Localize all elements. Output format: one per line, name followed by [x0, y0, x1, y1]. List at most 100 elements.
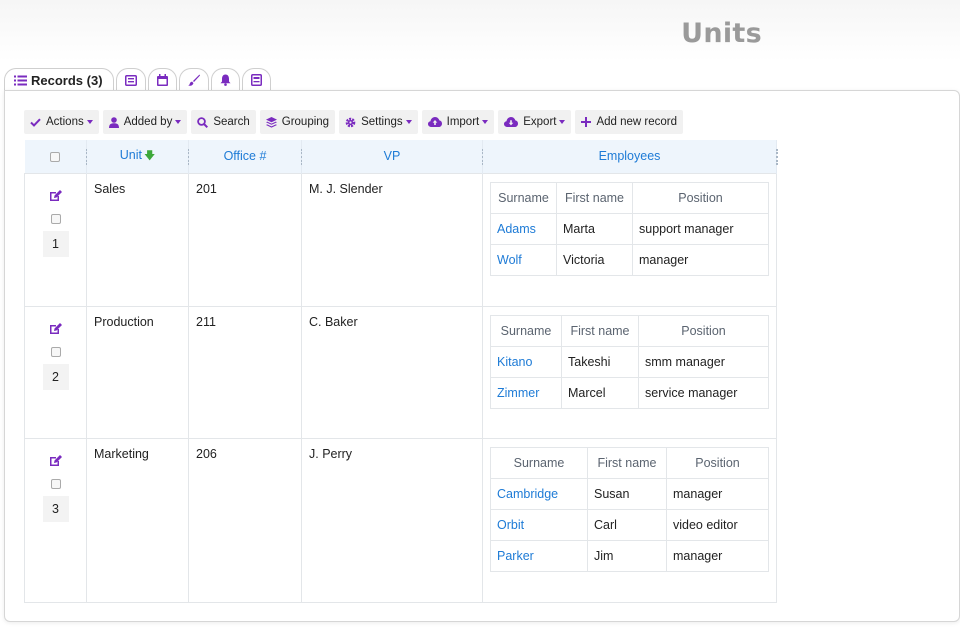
- edit-record-button[interactable]: [49, 319, 62, 339]
- tab-table[interactable]: [115, 68, 146, 91]
- employees-subtable: Surname First name Position Adams Marta …: [490, 181, 769, 276]
- cell-vp[interactable]: C. Baker: [301, 305, 483, 439]
- caret-down-icon: [175, 120, 182, 124]
- cell-office[interactable]: 211: [188, 305, 302, 439]
- export-button[interactable]: Export: [498, 110, 572, 134]
- tab-calendar[interactable]: [147, 68, 177, 91]
- column-header-unit-label: Unit: [119, 147, 142, 162]
- employee-position: video editor: [666, 508, 769, 541]
- employee-first-name: Carl: [587, 508, 667, 541]
- edit-record-button[interactable]: [49, 186, 62, 206]
- page-title: Units: [681, 18, 762, 49]
- view-tabs: Records (3): [4, 68, 271, 91]
- import-label: Import: [446, 116, 480, 128]
- records-panel: Actions Added by Search Grouping Setting…: [4, 90, 960, 622]
- cell-unit[interactable]: Production: [86, 305, 189, 439]
- search-icon: [197, 116, 209, 128]
- subcolumn-header-surname: Surname: [490, 446, 588, 479]
- tab-form[interactable]: [241, 68, 271, 91]
- cell-office[interactable]: 201: [188, 172, 302, 307]
- employee-position: manager: [666, 539, 769, 572]
- tab-records[interactable]: Records (3): [4, 68, 114, 91]
- tab-records-label: Records (3): [31, 72, 103, 88]
- employee-surname-link[interactable]: Parker: [490, 539, 588, 572]
- employee-surname-link[interactable]: Kitano: [490, 345, 562, 378]
- row-checkbox[interactable]: [50, 478, 61, 489]
- search-label: Search: [213, 116, 250, 128]
- employee-first-name: Susan: [587, 477, 667, 510]
- employee-first-name: Marcel: [561, 376, 639, 409]
- cell-office[interactable]: 206: [188, 437, 302, 603]
- edit-record-button[interactable]: [49, 451, 62, 471]
- employee-position: support manager: [632, 212, 769, 245]
- tab-design[interactable]: [178, 68, 209, 91]
- row-checkbox[interactable]: [50, 213, 61, 224]
- grouping-label: Grouping: [281, 116, 330, 128]
- subtable-header-row: Surname First name Position: [490, 181, 769, 214]
- employee-surname-link[interactable]: Cambridge: [490, 477, 588, 510]
- brush-icon: [187, 74, 200, 86]
- row-checkbox[interactable]: [50, 346, 61, 357]
- subtable-row: Kitano Takeshi smm manager: [490, 345, 769, 378]
- employees-subtable: Surname First name Position Cambridge Su…: [490, 446, 769, 572]
- cell-unit[interactable]: Marketing: [86, 437, 189, 603]
- row-number: 2: [42, 363, 69, 390]
- add-new-record-button[interactable]: Add new record: [575, 110, 684, 134]
- import-button[interactable]: Import: [421, 110, 495, 134]
- search-button[interactable]: Search: [191, 110, 256, 134]
- layers-icon: [265, 116, 277, 128]
- subcolumn-header-position: Position: [632, 181, 769, 214]
- subcolumn-header-surname: Surname: [490, 314, 562, 347]
- toolbar: Actions Added by Search Grouping Setting…: [24, 110, 684, 134]
- gear-icon: [345, 117, 356, 127]
- column-header-vp-label: VP: [383, 149, 401, 164]
- subtable-header-row: Surname First name Position: [490, 446, 769, 479]
- tab-notifications[interactable]: [210, 68, 240, 91]
- subtable-row: Cambridge Susan manager: [490, 477, 769, 510]
- cell-unit[interactable]: Sales: [86, 172, 189, 307]
- column-header-unit[interactable]: Unit 🡇: [86, 140, 190, 173]
- caret-down-icon: [482, 120, 489, 124]
- column-header-employees[interactable]: Employees: [482, 140, 778, 173]
- actions-button[interactable]: Actions: [24, 110, 99, 134]
- settings-button[interactable]: Settings: [339, 110, 418, 134]
- table-icon: [124, 74, 137, 86]
- row-number: 1: [42, 230, 69, 257]
- employee-first-name: Victoria: [556, 243, 633, 276]
- column-resize-handle[interactable]: [776, 149, 778, 165]
- bell-icon: [220, 74, 231, 86]
- edit-icon: [50, 189, 62, 201]
- cell-vp[interactable]: J. Perry: [301, 437, 483, 603]
- row-number: 3: [42, 495, 69, 522]
- actions-label: Actions: [46, 116, 84, 128]
- calendar-icon: [156, 74, 168, 86]
- row-controls: 2: [24, 305, 87, 439]
- employee-surname-link[interactable]: Adams: [490, 212, 557, 245]
- subtable-row: Adams Marta support manager: [490, 212, 769, 245]
- employee-surname-link[interactable]: Zimmer: [490, 376, 562, 409]
- employee-position: manager: [632, 243, 769, 276]
- employee-first-name: Marta: [556, 212, 633, 245]
- cloud-upload-icon: [427, 117, 442, 127]
- cloud-download-icon: [504, 117, 519, 127]
- column-header-office[interactable]: Office #: [188, 140, 303, 173]
- employee-first-name: Takeshi: [561, 345, 639, 378]
- subcolumn-header-first-name: First name: [561, 314, 639, 347]
- employee-surname-link[interactable]: Orbit: [490, 508, 588, 541]
- column-header-vp[interactable]: VP: [301, 140, 484, 173]
- select-all-checkbox[interactable]: [50, 151, 61, 162]
- user-icon: [108, 116, 119, 128]
- table-row: 1 Sales 201 M. J. Slender Surname First …: [24, 172, 777, 307]
- employee-position: service manager: [638, 376, 769, 409]
- cell-vp[interactable]: M. J. Slender: [301, 172, 483, 307]
- subtable-row: Orbit Carl video editor: [490, 508, 769, 541]
- sort-down-arrow-icon: 🡇: [143, 149, 156, 162]
- employees-subtable: Surname First name Position Kitano Takes…: [490, 314, 769, 409]
- add-new-record-label: Add new record: [596, 116, 678, 128]
- added-by-button[interactable]: Added by: [102, 110, 188, 134]
- cell-employees: Surname First name Position Adams Marta …: [482, 172, 777, 307]
- select-all-header: [24, 140, 88, 173]
- column-header-employees-label: Employees: [598, 149, 661, 164]
- grouping-button[interactable]: Grouping: [259, 110, 336, 134]
- employee-surname-link[interactable]: Wolf: [490, 243, 557, 276]
